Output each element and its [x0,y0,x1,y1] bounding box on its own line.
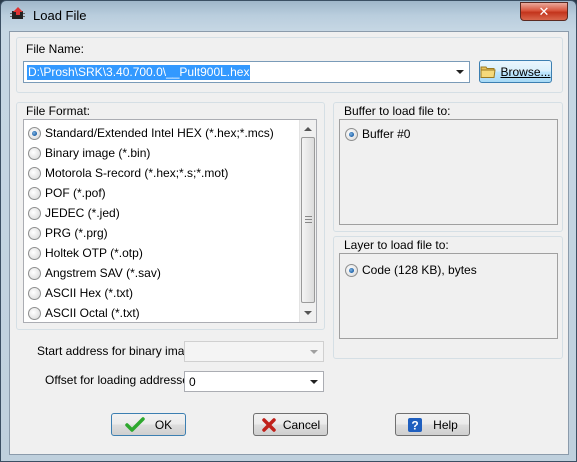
radio-button[interactable] [345,127,358,141]
radio-button[interactable] [28,246,41,260]
title-bar[interactable]: Load File ✕ [1,1,576,31]
close-button[interactable]: ✕ [520,2,568,21]
browse-button-label: Browse... [500,64,551,79]
format-option-label: Binary image (*.bin) [45,146,151,160]
window-title: Load File [33,8,87,23]
cancel-x-icon [262,417,276,432]
format-option-label: JEDEC (*.jed) [45,206,120,220]
buffer-list: Buffer #0 [339,119,558,225]
buffer-option[interactable]: Buffer #0 [345,124,410,144]
format-option-ascii-hex[interactable]: ASCII Hex (*.txt) [28,283,133,303]
format-option-label: PRG (*.prg) [45,226,108,240]
offset-value: 0 [189,375,196,389]
format-option-angstrem[interactable]: Angstrem SAV (*.sav) [28,263,161,283]
buffer-option-label: Buffer #0 [362,127,411,141]
cancel-button[interactable]: Cancel [253,413,328,436]
format-option-jedec[interactable]: JEDEC (*.jed) [28,203,120,223]
radio-button[interactable] [28,126,41,140]
format-option-prg[interactable]: PRG (*.prg) [28,223,108,243]
radio-button[interactable] [345,263,358,277]
offset-combo[interactable]: 0 [184,371,324,392]
layer-list: Code (128 KB), bytes [339,253,558,339]
radio-button[interactable] [28,266,41,280]
format-option-binary[interactable]: Binary image (*.bin) [28,143,150,163]
start-address-label: Start address for binary image: [37,344,202,358]
load-file-dialog: Load File ✕ File Name: D:\Prosh\SRK\3.40… [0,0,577,462]
dialog-client-area: File Name: D:\Prosh\SRK\3.40.700.0\__Pul… [9,31,569,455]
cancel-button-label: Cancel [282,417,321,432]
file-name-combo[interactable]: D:\Prosh\SRK\3.40.700.0\__Pult900L.hex [23,61,470,83]
radio-button[interactable] [28,166,41,180]
help-icon: ? [408,417,423,432]
radio-button[interactable] [28,306,41,320]
scrollbar-thumb[interactable] [301,137,315,303]
format-option-label: Standard/Extended Intel HEX (*.hex;*.mcs… [45,126,274,140]
help-button[interactable]: ? Help [395,413,470,436]
format-option-label: ASCII Hex (*.txt) [45,286,134,300]
format-option-pof[interactable]: POF (*.pof) [28,183,106,203]
scroll-down-icon[interactable] [304,311,312,315]
format-option-label: Holtek OTP (*.otp) [45,246,143,260]
format-list-scrollbar[interactable] [299,120,316,322]
start-address-combo[interactable] [184,341,324,362]
svg-text:?: ? [411,418,418,432]
file-name-label: File Name: [26,42,85,56]
chevron-down-icon[interactable] [451,63,468,81]
format-option-label: Angstrem SAV (*.sav) [45,266,161,280]
format-option-ascii-octal[interactable]: ASCII Octal (*.txt) [28,303,140,323]
scroll-up-icon[interactable] [304,127,312,131]
layer-option[interactable]: Code (128 KB), bytes [345,260,477,280]
layer-option-label: Code (128 KB), bytes [362,263,477,277]
chip-app-icon [10,7,25,19]
format-option-label: POF (*.pof) [45,186,106,200]
close-icon: ✕ [538,4,550,19]
radio-button[interactable] [28,206,41,220]
help-button-label: Help [433,417,458,432]
layer-label: Layer to load file to: [344,238,449,252]
radio-button[interactable] [28,286,41,300]
file-format-label: File Format: [26,104,91,118]
chevron-down-icon[interactable] [305,343,322,360]
checkmark-icon [125,416,145,432]
radio-button[interactable] [28,186,41,200]
ok-button-label: OK [154,417,173,432]
format-option-motorola[interactable]: Motorola S-record (*.hex;*.s;*.mot) [28,163,228,183]
radio-button[interactable] [28,146,41,160]
format-option-label: Motorola S-record (*.hex;*.s;*.mot) [45,166,229,180]
format-option-label: ASCII Octal (*.txt) [45,306,140,320]
ok-button[interactable]: OK [111,413,186,436]
format-option-intel-hex[interactable]: Standard/Extended Intel HEX (*.hex;*.mcs… [28,123,274,143]
format-option-holtek[interactable]: Holtek OTP (*.otp) [28,243,143,263]
folder-icon [480,66,497,78]
radio-button[interactable] [28,226,41,240]
grip-icon [305,216,312,223]
file-format-list: Standard/Extended Intel HEX (*.hex;*.mcs… [23,119,317,323]
browse-button[interactable]: Browse... [479,60,552,83]
buffer-label: Buffer to load file to: [344,104,451,118]
offset-label: Offset for loading addresses: [45,373,199,387]
file-name-value: D:\Prosh\SRK\3.40.700.0\__Pult900L.hex [27,65,251,80]
chevron-down-icon[interactable] [305,373,322,390]
